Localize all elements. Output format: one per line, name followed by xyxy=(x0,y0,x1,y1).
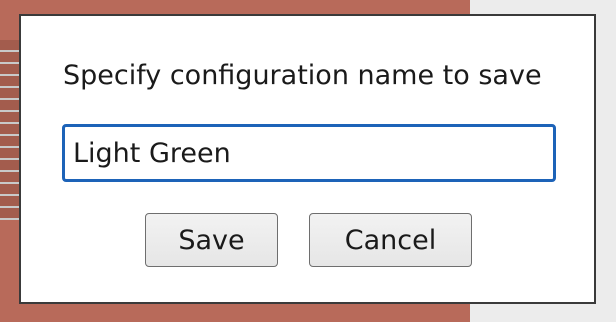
dialog-prompt: Specify configuration name to save xyxy=(63,60,542,91)
configuration-name-input[interactable] xyxy=(62,124,556,182)
background-list-edge xyxy=(0,40,20,220)
save-configuration-dialog: Specify configuration name to save Save … xyxy=(19,14,596,304)
cancel-button[interactable]: Cancel xyxy=(309,213,472,267)
save-button[interactable]: Save xyxy=(145,213,278,267)
